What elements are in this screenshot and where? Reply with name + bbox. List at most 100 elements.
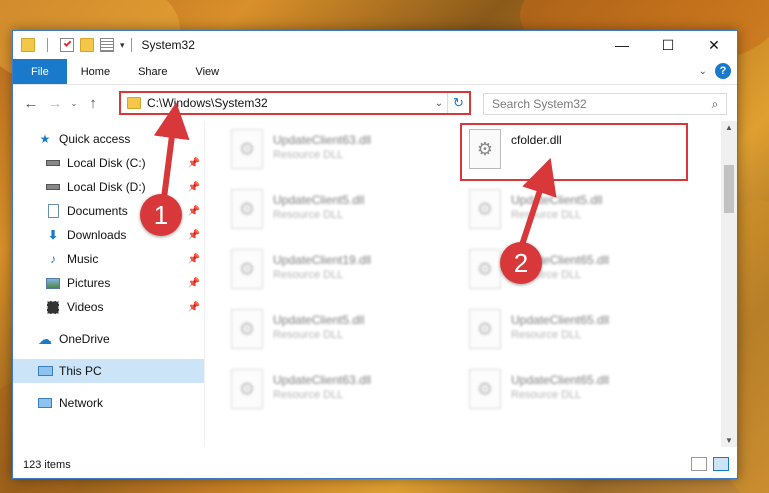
file-name: UpdateClient63.dll: [273, 133, 372, 147]
sidebar-item-music[interactable]: ♪ Music 📌: [13, 247, 204, 271]
chevron-down-icon[interactable]: ▾: [120, 40, 125, 51]
address-bar[interactable]: C:\Windows\System32 ⌄ ↻: [119, 91, 471, 115]
scroll-up-icon[interactable]: ▲: [721, 123, 737, 132]
scroll-down-icon[interactable]: ▼: [721, 436, 737, 445]
documents-icon: [45, 204, 61, 218]
search-icon[interactable]: ⌕: [704, 97, 726, 112]
dll-file-icon: ⚙: [469, 309, 501, 349]
file-name: UpdateClient5.dll: [273, 193, 365, 207]
up-icon[interactable]: ↑: [81, 95, 105, 112]
large-icons-view-icon[interactable]: [713, 457, 729, 471]
file-item[interactable]: ⚙ UpdateClient5.dll Resource DLL: [231, 189, 461, 239]
videos-icon: [45, 300, 61, 314]
sidebar-item-label: Pictures: [67, 276, 111, 290]
file-type: Resource DLL: [511, 329, 582, 341]
navigation-bar: ← → ⌄ ↑ C:\Windows\System32 ⌄ ↻ Search S…: [13, 85, 737, 121]
file-name: UpdateClient65.dll: [511, 313, 610, 327]
sidebar-item-network[interactable]: Network: [13, 391, 204, 415]
pin-icon[interactable]: 📌: [188, 206, 200, 217]
pin-icon[interactable]: 📌: [188, 230, 200, 241]
refresh-icon[interactable]: ↻: [447, 93, 469, 113]
sidebar-item-this-pc[interactable]: This PC: [13, 359, 204, 383]
title-bar: ▾ System32 — ☐ ✕: [13, 31, 737, 59]
dll-file-icon: ⚙: [469, 189, 501, 229]
dll-file-icon: ⚙: [231, 189, 263, 229]
highlight-box-cfolder: [460, 123, 688, 181]
file-type: Resource DLL: [273, 329, 344, 341]
tab-share[interactable]: Share: [124, 59, 181, 84]
file-name: UpdateClient5.dll: [273, 313, 365, 327]
sidebar-item-pictures[interactable]: Pictures 📌: [13, 271, 204, 295]
pin-icon[interactable]: 📌: [188, 182, 200, 193]
file-item[interactable]: ⚙ UpdateClient63.dll Resource DLL: [231, 369, 461, 419]
file-name: UpdateClient63.dll: [273, 373, 372, 387]
sidebar-item-label: Videos: [67, 300, 104, 314]
address-path[interactable]: C:\Windows\System32: [147, 96, 431, 110]
quick-access-toolbar: ▾: [13, 38, 125, 52]
sidebar-item-onedrive[interactable]: ☁ OneDrive: [13, 327, 204, 351]
help-icon[interactable]: ?: [715, 63, 731, 79]
tab-file[interactable]: File: [13, 59, 67, 84]
dll-file-icon: ⚙: [231, 249, 263, 289]
step-1-badge: 1: [140, 194, 182, 236]
recent-locations-icon[interactable]: ⌄: [67, 99, 81, 108]
tab-view[interactable]: View: [181, 59, 233, 84]
sidebar-item-videos[interactable]: Videos 📌: [13, 295, 204, 319]
network-icon: [37, 396, 53, 410]
vertical-scrollbar[interactable]: ▲ ▼: [721, 121, 737, 447]
file-name: UpdateClient5.dll: [511, 193, 603, 207]
tab-home[interactable]: Home: [67, 59, 124, 84]
file-list: ⚙ UpdateClient63.dll Resource DLL ⚙ Updat…: [205, 121, 721, 447]
close-button[interactable]: ✕: [691, 31, 737, 59]
main-area: ★ Quick access Local Disk (C:) 📌 Local D…: [13, 121, 737, 447]
minimize-button[interactable]: —: [599, 31, 645, 59]
file-type: Resource DLL: [273, 209, 344, 221]
file-type: Resource DLL: [511, 209, 582, 221]
item-count: 123 items: [23, 459, 71, 471]
folder-icon: [127, 97, 141, 109]
downloads-icon: ⬇: [47, 228, 59, 242]
file-item[interactable]: ⚙ UpdateClient65.dll Resource DLL: [469, 309, 699, 359]
forward-icon[interactable]: →: [43, 95, 67, 112]
drive-icon: [45, 156, 61, 170]
chevron-down-icon[interactable]: ⌄: [431, 98, 447, 109]
sidebar-item-label: This PC: [59, 364, 102, 378]
computer-icon: [37, 364, 53, 378]
sidebar-item-label: Quick access: [59, 132, 131, 146]
dll-file-icon: ⚙: [231, 129, 263, 169]
sidebar-item-label: OneDrive: [59, 332, 110, 346]
file-item[interactable]: ⚙ UpdateClient63.dll Resource DLL: [231, 129, 461, 179]
file-item[interactable]: ⚙ UpdateClient65.dll Resource DLL: [469, 369, 699, 419]
pictures-icon: [45, 276, 61, 290]
customize-icon[interactable]: [100, 38, 114, 52]
search-input[interactable]: Search System32 ⌕: [483, 93, 727, 115]
properties-icon[interactable]: [60, 38, 74, 52]
sidebar-item-local-disk-c[interactable]: Local Disk (C:) 📌: [13, 151, 204, 175]
file-type: Resource DLL: [273, 149, 344, 161]
window-title: System32: [141, 38, 195, 52]
file-item[interactable]: ⚙ UpdateClient19.dll Resource DLL: [231, 249, 461, 299]
pin-icon[interactable]: 📌: [188, 254, 200, 265]
expand-ribbon-icon[interactable]: ⌄: [699, 66, 707, 77]
pin-icon[interactable]: 📌: [188, 278, 200, 289]
cloud-icon: ☁: [38, 330, 52, 347]
star-icon: ★: [39, 132, 51, 146]
dll-file-icon: ⚙: [469, 249, 501, 289]
details-view-icon[interactable]: [691, 457, 707, 471]
sidebar-item-quick-access[interactable]: ★ Quick access: [13, 127, 204, 151]
sidebar-item-label: Local Disk (D:): [67, 180, 146, 194]
file-name: UpdateClient65.dll: [511, 373, 610, 387]
pin-icon[interactable]: 📌: [188, 158, 200, 169]
back-icon[interactable]: ←: [19, 95, 43, 112]
dll-file-icon: ⚙: [231, 309, 263, 349]
file-item[interactable]: ⚙ UpdateClient5.dll Resource DLL: [231, 309, 461, 359]
sidebar-item-local-disk-d[interactable]: Local Disk (D:) 📌: [13, 175, 204, 199]
folder-icon: [21, 38, 35, 52]
file-item[interactable]: ⚙ UpdateClient5.dll Resource DLL: [469, 189, 699, 239]
search-placeholder[interactable]: Search System32: [492, 97, 704, 111]
scroll-thumb[interactable]: [724, 165, 734, 213]
drive-icon: [45, 180, 61, 194]
pin-icon[interactable]: 📌: [188, 302, 200, 313]
new-folder-icon[interactable]: [80, 38, 94, 52]
maximize-button[interactable]: ☐: [645, 31, 691, 59]
